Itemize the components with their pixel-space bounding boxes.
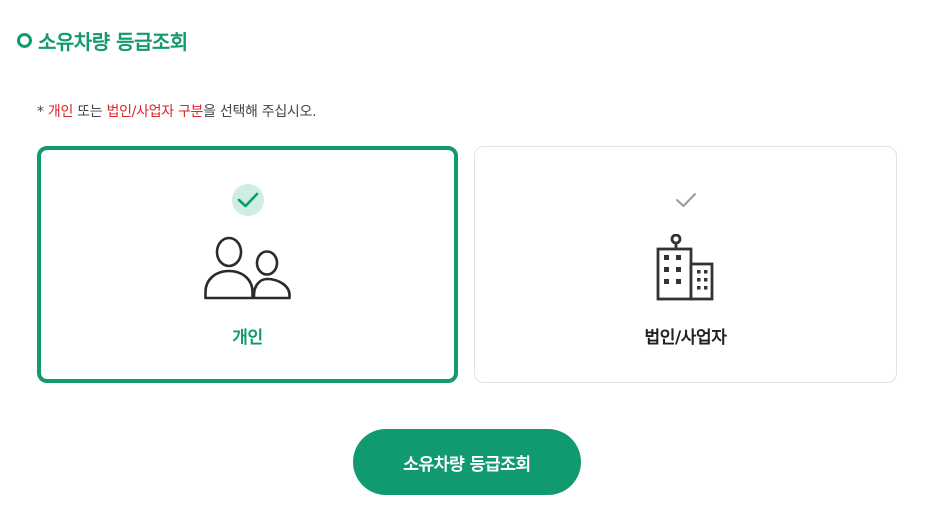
notice-highlight-business: 법인/사업자 구분 — [106, 104, 204, 120]
option-label-personal: 개인 — [232, 328, 263, 348]
people-icon — [203, 234, 292, 306]
option-card-business[interactable]: 법인/사업자 — [474, 146, 897, 383]
notice-highlight-personal: 개인 — [47, 104, 74, 120]
page: 소유차량 등급조회 * 개인 또는 법인/사업자 구분을 선택해 주십시오. 개… — [0, 0, 933, 518]
notice-middle: 또는 — [73, 104, 107, 120]
option-label-business: 법인/사업자 — [644, 328, 727, 348]
selection-notice: * 개인 또는 법인/사업자 구분을 선택해 주십시오. — [37, 101, 317, 121]
check-icon — [670, 184, 702, 216]
building-icon — [655, 233, 717, 306]
option-card-personal[interactable]: 개인 — [37, 146, 458, 383]
circle-bullet-icon — [17, 32, 32, 48]
check-icon — [231, 184, 264, 216]
section-title: 소유차량 등급조회 — [38, 29, 188, 54]
section-header: 소유차량 등급조회 — [17, 26, 188, 54]
notice-suffix: 을 선택해 주십시오. — [203, 104, 317, 120]
notice-prefix: * — [37, 104, 48, 120]
owned-vehicle-grade-search-button[interactable]: 소유차량 등급조회 — [353, 429, 581, 495]
